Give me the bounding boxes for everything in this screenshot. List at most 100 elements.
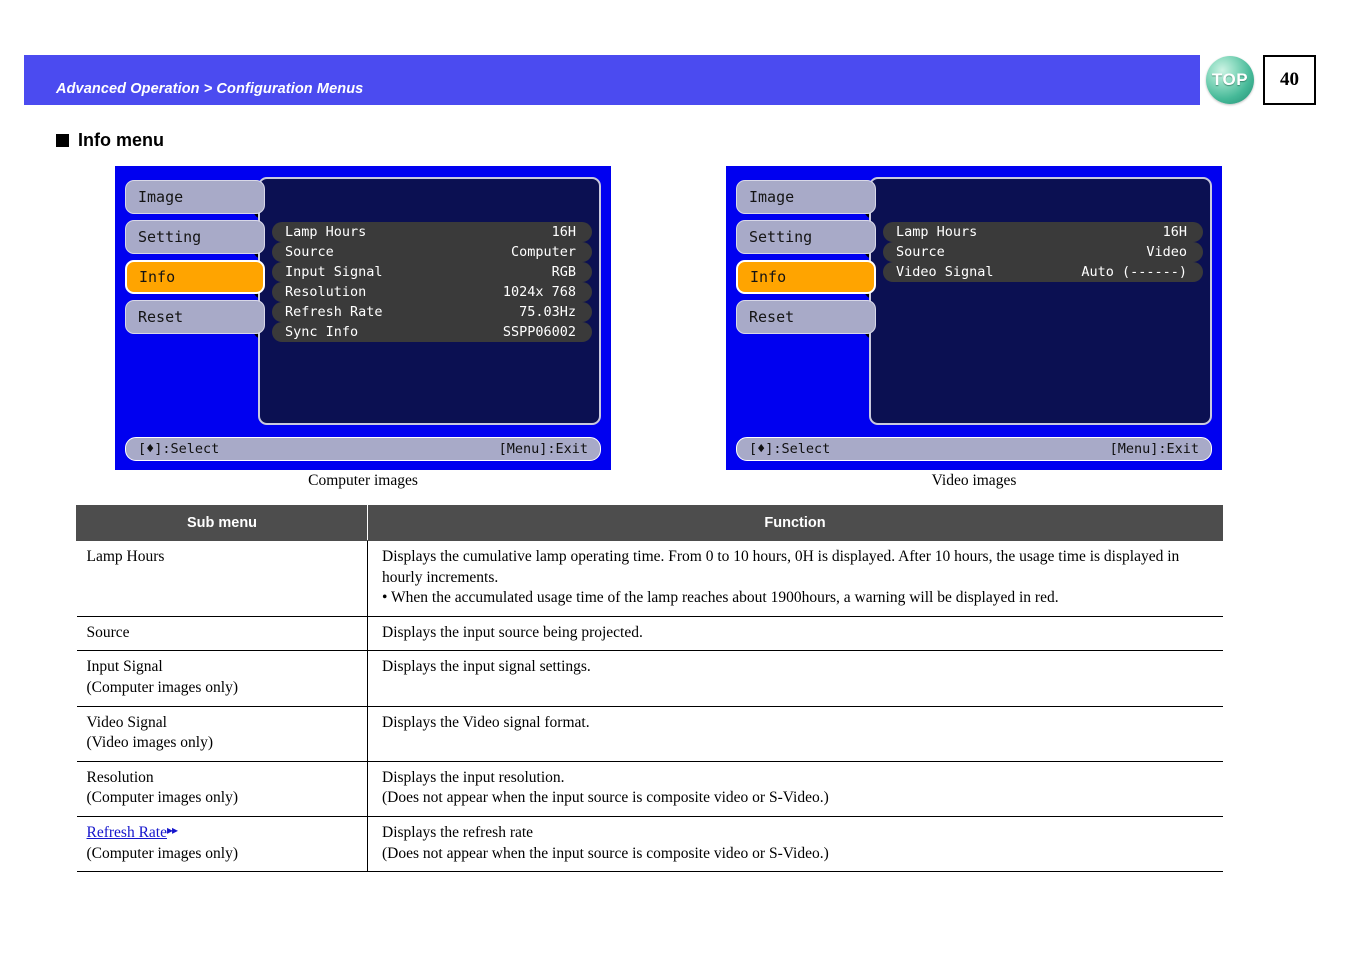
breadcrumb: Advanced Operation > Configuration Menus xyxy=(56,81,364,97)
table-row: Source Displays the input source being pr… xyxy=(76,615,1223,652)
info-row: Sync Info SSPP06002 xyxy=(272,322,592,342)
info-row-label: Lamp Hours xyxy=(896,224,978,240)
info-row: Video Signal Auto (------) xyxy=(883,262,1203,282)
table-cell-function: Displays the refresh rate (Does not appea… xyxy=(367,816,1223,873)
osd-caption-computer: Computer images xyxy=(308,472,418,489)
info-row: Lamp Hours 16H xyxy=(883,222,1203,242)
table-row: Refresh Rate▸▸ (Computer images only) Disp… xyxy=(76,816,1223,873)
menu-tab-label: Setting xyxy=(749,228,813,246)
osd-caption-video: Video images xyxy=(931,472,1017,489)
osd-content-panel: Lamp Hours 16H Source Computer Input Signal R… xyxy=(258,177,601,425)
info-row: Source Computer xyxy=(272,242,592,262)
info-row-value: Video xyxy=(1146,244,1187,260)
top-button[interactable]: TOP xyxy=(1206,56,1254,104)
osd-screen-video: Lamp Hours 16H Source Video Video Signal Auto… xyxy=(726,166,1222,470)
info-row-label: Video Signal xyxy=(896,264,994,280)
sub-menu-note: (Computer images only) xyxy=(86,679,239,697)
info-row-value: Auto (------) xyxy=(1081,264,1187,280)
table-cell-sub-menu: Refresh Rate▸▸ (Computer images only) xyxy=(76,816,368,873)
table-header-row: Sub menu Function xyxy=(76,505,1223,541)
info-row-value: 16H xyxy=(1162,224,1187,240)
sub-menu-label: Source xyxy=(86,623,130,641)
sub-menu-label: Input Signal xyxy=(86,658,163,676)
sub-menu-note: (Computer images only) xyxy=(86,789,239,807)
function-line: Displays the input signal settings. xyxy=(382,658,591,676)
info-row-label: Refresh Rate xyxy=(285,304,383,320)
table-cell-function: Displays the input resolution. (Does not … xyxy=(367,760,1223,818)
table-cell-sub-menu: Video Signal (Video images only) xyxy=(76,705,368,762)
table-row: Resolution (Computer images only) Displays… xyxy=(76,760,1223,818)
menu-tab-label: Info xyxy=(139,268,176,286)
function-line: Displays the Video signal format. xyxy=(382,713,590,731)
table-row: Input Signal (Computer images only) Displa… xyxy=(76,650,1223,707)
guide-select-hint: [♦]:Select xyxy=(749,441,831,457)
guide-exit-hint: [Menu]:Exit xyxy=(498,441,588,457)
info-row-label: Resolution xyxy=(285,284,367,300)
menu-tab-info[interactable]: Info xyxy=(125,260,265,294)
sub-menu-label: Lamp Hours xyxy=(86,548,165,565)
osd-guide-bar: [♦]:Select [Menu]:Exit xyxy=(736,437,1212,461)
sub-menu-link[interactable]: Refresh Rate xyxy=(87,824,167,841)
sub-menu-note: (Video images only) xyxy=(86,734,213,752)
info-row-label: Lamp Hours xyxy=(285,224,367,240)
info-row: Source Video xyxy=(883,242,1203,262)
double-arrow-icon: ▸▸ xyxy=(166,823,178,838)
table-cell-function: Displays the cumulative lamp operating t… xyxy=(367,540,1223,617)
menu-tab-reset[interactable]: Reset xyxy=(125,300,265,334)
table-cell-function: Displays the Video signal format. xyxy=(367,705,1223,762)
section-title-label: Info menu xyxy=(78,130,164,150)
info-row-value: 16H xyxy=(551,224,576,240)
sub-menu-label: Video Signal xyxy=(86,713,167,731)
info-rows: Lamp Hours 16H Source Video Video Signal Auto… xyxy=(883,222,1203,282)
menu-tab-setting[interactable]: Setting xyxy=(125,220,265,254)
info-row: Refresh Rate 75.03Hz xyxy=(272,302,592,322)
function-line: Displays the refresh rate xyxy=(382,824,534,842)
function-line: (Does not appear when the input source i… xyxy=(382,844,829,862)
menu-tab-image[interactable]: Image xyxy=(736,180,876,214)
info-row-label: Source xyxy=(285,244,334,260)
osd-content-panel: Lamp Hours 16H Source Video Video Signal Auto… xyxy=(869,177,1212,425)
info-row-value: RGB xyxy=(551,264,576,280)
table-cell-function: Displays the input source being projecte… xyxy=(367,615,1223,652)
table-header-function: Function xyxy=(367,505,1223,541)
menu-tab-label: Image xyxy=(138,188,184,206)
page-header-banner: Advanced Operation > Configuration Menus xyxy=(24,55,1200,105)
table-row: Video Signal (Video images only) Displays … xyxy=(76,705,1223,762)
menu-tab-reset[interactable]: Reset xyxy=(736,300,876,334)
function-line: (Does not appear when the input source i… xyxy=(382,789,829,807)
top-button-label: TOP xyxy=(1211,70,1249,89)
sub-menu-note: (Computer images only) xyxy=(86,844,239,862)
menu-tab-label: Info xyxy=(750,268,787,286)
info-row-value: 75.03Hz xyxy=(519,304,576,320)
table-cell-function: Displays the input signal settings. xyxy=(367,650,1223,707)
info-row-label: Source xyxy=(896,244,945,260)
info-row: Resolution 1024x 768 xyxy=(272,282,592,302)
info-menu-table: Sub menu Function Lamp Hours Displays the… xyxy=(76,505,1223,873)
info-rows: Lamp Hours 16H Source Computer Input Signal R… xyxy=(272,222,592,342)
table-cell-sub-menu: Lamp Hours xyxy=(76,540,368,617)
info-row: Lamp Hours 16H xyxy=(272,222,592,242)
menu-tab-label: Image xyxy=(749,188,795,206)
menu-tab-label: Reset xyxy=(749,308,795,326)
table-cell-sub-menu: Resolution (Computer images only) xyxy=(76,760,368,818)
osd-background: Lamp Hours 16H Source Video Video Signal Auto… xyxy=(726,166,1222,470)
page-number-box: 40 xyxy=(1263,55,1316,105)
section-title: Info menu xyxy=(56,130,164,151)
osd-screen-computer: Lamp Hours 16H Source Computer Input Signal R… xyxy=(115,166,611,470)
function-line: Displays the input resolution. xyxy=(382,768,565,786)
guide-exit-hint: [Menu]:Exit xyxy=(1109,441,1199,457)
sub-menu-label: Resolution xyxy=(86,768,154,786)
menu-tab-setting[interactable]: Setting xyxy=(736,220,876,254)
table-cell-sub-menu: Input Signal (Computer images only) xyxy=(76,650,368,707)
table-body: Lamp Hours Displays the cumulative lamp o… xyxy=(76,540,1223,873)
menu-tab-image[interactable]: Image xyxy=(125,180,265,214)
info-row-value: Computer xyxy=(510,244,576,260)
page-number: 40 xyxy=(1280,69,1299,90)
info-row: Input Signal RGB xyxy=(272,262,592,282)
table-cell-sub-menu: Source xyxy=(76,615,368,652)
info-row-label: Sync Info xyxy=(285,324,359,340)
table-header-sub-menu: Sub menu xyxy=(76,505,368,541)
osd-guide-bar: [♦]:Select [Menu]:Exit xyxy=(125,437,601,461)
guide-select-hint: [♦]:Select xyxy=(138,441,220,457)
menu-tab-info[interactable]: Info xyxy=(736,260,876,294)
